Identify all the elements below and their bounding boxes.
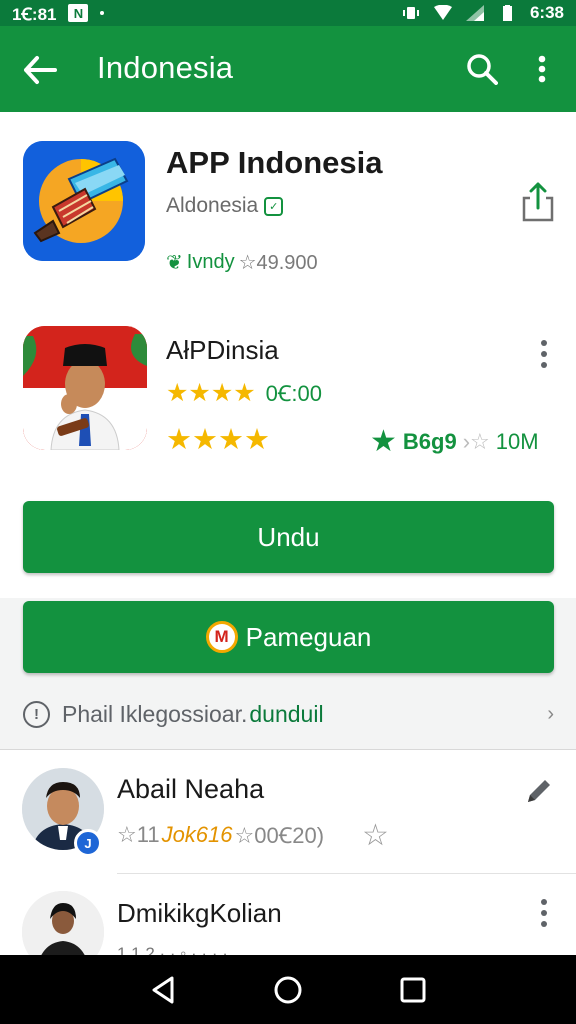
- secondary-action-label: Pameguan: [245, 621, 372, 652]
- edit-button[interactable]: [524, 776, 554, 806]
- back-button[interactable]: [20, 50, 60, 90]
- info-row[interactable]: ! Phail Iklegossioar. dunduil ›: [23, 696, 554, 732]
- app-icon[interactable]: [23, 141, 145, 261]
- review-more-button[interactable]: [532, 896, 556, 930]
- more-vert-icon: [538, 55, 546, 83]
- page-title: Indonesia: [97, 50, 234, 85]
- green-star-icon: ★: [370, 425, 397, 458]
- developer-name: Aldonesia: [166, 194, 259, 217]
- chevron-right-icon: ›: [547, 702, 554, 725]
- rate-star-button[interactable]: ☆: [362, 818, 389, 853]
- triangle-back-icon: [152, 976, 174, 1003]
- status-time-left: 1Ꞓ:81: [12, 4, 57, 24]
- nav-back-button[interactable]: [141, 968, 185, 1012]
- developer-name: AłPDinsia: [166, 335, 279, 365]
- signal-icon: [465, 5, 484, 21]
- circle-home-icon: [274, 976, 302, 1003]
- row-divider: [117, 873, 576, 874]
- notification-icon: N: [68, 4, 89, 22]
- review-count: ☆00Ꞓ20): [234, 823, 325, 848]
- app-title: APP Indonesia: [166, 145, 383, 180]
- battery-icon: [502, 5, 512, 21]
- wifi-icon: [433, 5, 452, 20]
- rank-value: B6g9: [402, 428, 457, 454]
- person-portrait-icon: [23, 326, 147, 450]
- nav-recents-button[interactable]: [391, 968, 435, 1012]
- verified-icon: ✓: [264, 196, 284, 216]
- secondary-action-button[interactable]: M Pameguan: [23, 601, 554, 673]
- rating-stars: ★★★★ 0Ꞓ:00: [166, 378, 322, 408]
- install-button-label: Undu: [257, 521, 320, 552]
- review-highlight: Jok616: [161, 822, 233, 847]
- app-logo-icon: [23, 141, 145, 261]
- rating-count: 0Ꞓ:00: [265, 381, 323, 406]
- nav-home-button[interactable]: [266, 968, 310, 1012]
- star-rating-icon: ★★★★: [166, 424, 270, 456]
- status-time-right: 6:38: [529, 3, 564, 22]
- star-rating-icon: ★★★★: [166, 379, 256, 407]
- reviewer-name: DmikikgKolian: [117, 898, 282, 928]
- vibrate-icon: [402, 7, 419, 19]
- system-nav-bar: [0, 955, 576, 1024]
- overflow-menu-button[interactable]: [524, 48, 560, 90]
- info-link[interactable]: dunduil: [249, 701, 323, 728]
- section-divider: [0, 749, 576, 750]
- size-separator: ›☆: [462, 428, 490, 454]
- square-recents-icon: [400, 977, 426, 1002]
- info-text: Phail Iklegossioar.: [62, 700, 248, 727]
- app-rating: ☆49.900: [238, 252, 318, 274]
- pencil-icon: [528, 780, 550, 802]
- share-button[interactable]: [520, 180, 556, 224]
- status-bar: 1Ꞓ:81 N 6:38: [0, 0, 576, 26]
- developer-avatar[interactable]: [23, 326, 147, 450]
- rating-stars-row-2: ★★★★: [166, 422, 270, 457]
- app-meta: ❦ Ivndy ☆49.900: [166, 250, 318, 275]
- install-button[interactable]: Undu: [23, 501, 554, 573]
- app-tag: Ivndy: [186, 251, 235, 273]
- developer-link[interactable]: Aldonesia ✓: [166, 194, 284, 218]
- app-rank: ★ B6g9 ›☆ 10M: [370, 424, 539, 459]
- reviewer-badge-icon: J: [74, 829, 102, 857]
- info-icon: !: [23, 700, 50, 728]
- review-meta: ☆11 Jok616 ☆00Ꞓ20): [117, 820, 324, 850]
- more-vert-icon: [541, 340, 547, 368]
- leaf-icon: ❦: [166, 252, 183, 274]
- share-icon: [522, 182, 554, 222]
- more-vert-icon: [541, 899, 547, 927]
- search-icon: [467, 54, 498, 85]
- arrow-back-icon: [24, 56, 57, 84]
- app-size: 10M: [495, 428, 539, 454]
- developer-more-button[interactable]: [532, 336, 556, 372]
- coin-icon: M: [205, 621, 238, 653]
- screen: 1Ꞓ:81 N 6:38 Indonesia APP Indonesia Ald…: [0, 0, 576, 1024]
- search-button[interactable]: [462, 48, 502, 90]
- review-rating: ☆11: [117, 822, 160, 847]
- reviewer-name: Abail Neaha: [117, 774, 265, 804]
- app-bar: Indonesia: [0, 26, 576, 112]
- notification-dot-icon: [100, 11, 105, 15]
